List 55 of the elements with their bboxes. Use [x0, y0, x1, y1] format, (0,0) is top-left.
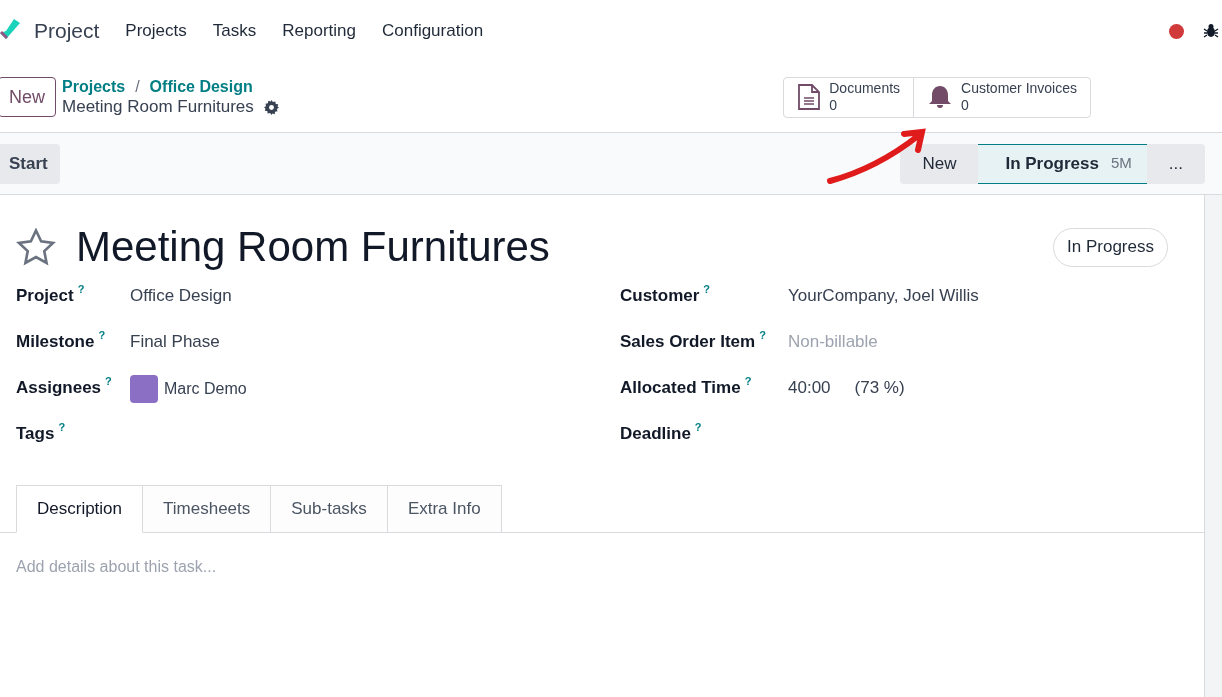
field-label: Milestone — [16, 331, 95, 353]
smart-button-label: Customer Invoices — [961, 80, 1077, 97]
field-label: Sales Order Item — [620, 331, 756, 353]
field-label: Project — [16, 285, 74, 307]
star-icon[interactable] — [16, 228, 56, 266]
menu-item[interactable]: Configuration — [381, 18, 484, 44]
field-value[interactable]: Final Phase — [130, 329, 220, 355]
start-button[interactable]: Start — [0, 143, 60, 184]
new-button[interactable]: New — [0, 77, 56, 117]
field-label: Tags — [16, 423, 55, 445]
stage-button[interactable]: ... — [1146, 143, 1205, 184]
help-mark[interactable]: ? — [703, 281, 711, 298]
bell-icon — [927, 84, 954, 110]
smart-button[interactable]: Documents 0 — [784, 77, 914, 117]
record-name: Meeting Room Furnitures — [62, 97, 254, 117]
field-value[interactable]: YourCompany, Joel Willis — [788, 283, 979, 309]
help-mark[interactable]: ? — [694, 419, 702, 436]
breadcrumb-link[interactable]: Office Design — [149, 77, 253, 97]
settings-icon[interactable] — [263, 99, 279, 115]
help-mark[interactable]: ? — [77, 281, 85, 298]
field-label: Assignees — [16, 377, 102, 399]
field-label: Deadline — [620, 423, 691, 445]
field-label: Customer — [620, 285, 700, 307]
field-label: Allocated Time — [620, 377, 741, 399]
field-value[interactable]: Office Design — [130, 283, 232, 309]
breadcrumb-separator: / — [135, 77, 140, 97]
menu-item[interactable]: Projects — [125, 18, 187, 44]
smart-button-count: 0 — [961, 97, 969, 114]
document-icon — [797, 84, 822, 110]
help-mark[interactable]: ? — [58, 419, 66, 436]
field-value[interactable]: 40:00 — [788, 375, 831, 401]
help-mark[interactable]: ? — [105, 373, 112, 390]
bug-icon[interactable] — [1203, 23, 1219, 39]
stage-button[interactable]: In Progress 5M — [978, 143, 1147, 184]
field-value[interactable]: Marc Demo — [164, 377, 247, 401]
help-mark[interactable]: ? — [98, 327, 106, 344]
smart-button-label: Documents — [829, 80, 901, 97]
help-mark[interactable]: ? — [759, 327, 766, 344]
menu-item[interactable]: Reporting — [282, 18, 356, 44]
breadcrumb-link[interactable]: Projects — [62, 77, 126, 97]
tab[interactable]: Description — [16, 485, 144, 533]
smart-button-count: 0 — [829, 97, 838, 114]
help-mark[interactable]: ? — [744, 373, 752, 390]
tab[interactable]: Extra Info — [387, 485, 502, 533]
tab[interactable]: Sub-tasks — [271, 485, 388, 533]
progress-percent: (73 %) — [854, 377, 905, 399]
smart-button[interactable]: Customer Invoices 0 — [913, 77, 1090, 117]
app-name[interactable]: Project — [34, 15, 100, 47]
avatar-placeholder — [130, 375, 158, 403]
stage-button[interactable]: New — [900, 143, 979, 184]
description-field[interactable]: Add details about this task... — [16, 555, 1188, 697]
stage-duration: 5M — [1111, 153, 1132, 174]
menu-item[interactable]: Tasks — [212, 18, 257, 44]
tab[interactable]: Timesheets — [143, 485, 272, 533]
task-title[interactable]: Meeting Room Furnitures — [76, 223, 550, 271]
